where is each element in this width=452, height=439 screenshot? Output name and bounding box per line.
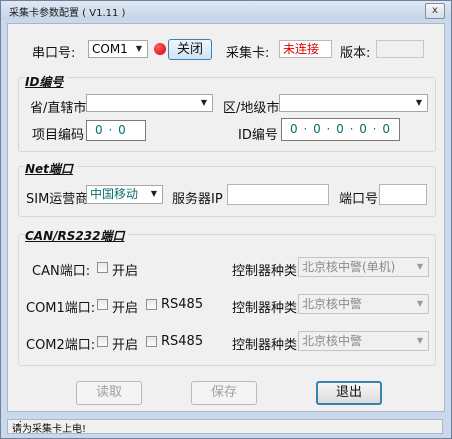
chevron-down-icon: ▼: [416, 336, 424, 345]
com1-controller-select[interactable]: 北京核中警 ▼: [298, 294, 429, 314]
status-dot-icon: [154, 43, 166, 55]
id-number-input[interactable]: 0 · 0 · 0 · 0 · 0: [281, 118, 400, 141]
com1-controller-value: 北京核中警: [302, 297, 363, 311]
chevron-down-icon: ▼: [135, 44, 143, 53]
exit-button[interactable]: 退出: [316, 381, 382, 405]
project-code-label: 项目编码: [32, 128, 85, 143]
sim-operator-value: 中国移动: [90, 187, 139, 201]
server-ip-label: 服务器IP: [172, 192, 223, 207]
district-label: 区/地级市: [223, 101, 280, 116]
chevron-down-icon: ▼: [416, 299, 424, 308]
serial-port-value: COM1: [92, 42, 128, 56]
chevron-down-icon: ▼: [200, 98, 208, 107]
com1-controller-label: 控制器种类: [232, 301, 298, 316]
district-select[interactable]: ▼: [279, 94, 428, 112]
title-bar[interactable]: 采集卡参数配置 ( V1.11 ) x: [1, 1, 451, 19]
com1-rs485-checkbox[interactable]: [146, 299, 157, 310]
sim-operator-select[interactable]: 中国移动 ▼: [86, 185, 163, 204]
com2-controller-select[interactable]: 北京核中警 ▼: [298, 331, 429, 351]
config-window: 采集卡参数配置 ( V1.11 ) x 串口号: COM1 ▼ 关闭 采集卡: …: [0, 0, 452, 439]
com2-controller-value: 北京核中警: [302, 334, 363, 348]
can-port-label: CAN端口:: [32, 264, 91, 279]
card-status: 未连接: [279, 40, 332, 58]
client-area: 串口号: COM1 ▼ 关闭 采集卡: 未连接 版本: ID编号 省/直辖市 ▼…: [7, 23, 445, 412]
resize-grip-icon[interactable]: ⋰: [12, 420, 441, 433]
close-icon: x: [432, 5, 438, 16]
can-section-title: CAN/RS232端口: [25, 227, 129, 244]
project-code-input[interactable]: 0 · 0: [86, 120, 146, 141]
card-label: 采集卡:: [226, 46, 270, 61]
com2-controller-label: 控制器种类: [232, 338, 298, 353]
province-select[interactable]: ▼: [86, 94, 213, 112]
chevron-down-icon: ▼: [150, 189, 158, 198]
com2-rs485-label: RS485: [161, 334, 204, 349]
status-bar: 请为采集卡上电! ⋰: [7, 419, 443, 435]
chevron-down-icon: ▼: [415, 98, 423, 107]
version-label: 版本:: [340, 46, 371, 61]
com2-port-label: COM2端口:: [26, 338, 96, 353]
id-section-title: ID编号: [25, 73, 68, 90]
chevron-down-icon: ▼: [416, 262, 424, 271]
com1-enable-checkbox[interactable]: [97, 299, 108, 310]
port-number-input[interactable]: [379, 184, 427, 205]
com2-rs485-checkbox[interactable]: [146, 336, 157, 347]
can-enable-label: 开启: [112, 264, 139, 279]
com2-enable-checkbox[interactable]: [97, 336, 108, 347]
save-button[interactable]: 保存: [191, 381, 257, 405]
can-controller-value: 北京核中警(单机): [302, 260, 396, 274]
version-field: [376, 40, 424, 58]
province-label: 省/直辖市: [30, 101, 87, 116]
can-enable-checkbox[interactable]: [97, 262, 108, 273]
port-number-label: 端口号: [339, 192, 379, 207]
serial-port-label: 串口号:: [32, 46, 76, 61]
can-controller-select[interactable]: 北京核中警(单机) ▼: [298, 257, 429, 277]
read-button[interactable]: 读取: [76, 381, 142, 405]
com1-rs485-label: RS485: [161, 297, 204, 312]
net-section-title: Net端口: [25, 160, 77, 177]
sim-operator-label: SIM运营商: [26, 192, 89, 207]
close-button[interactable]: x: [425, 3, 445, 19]
close-port-button[interactable]: 关闭: [168, 39, 212, 60]
com1-port-label: COM1端口:: [26, 301, 96, 316]
serial-port-select[interactable]: COM1 ▼: [88, 40, 148, 58]
com2-enable-label: 开启: [112, 338, 139, 353]
id-number-label: ID编号: [238, 128, 278, 143]
server-ip-input[interactable]: [227, 184, 329, 205]
com1-enable-label: 开启: [112, 301, 139, 316]
can-controller-label: 控制器种类: [232, 264, 298, 279]
window-title: 采集卡参数配置 ( V1.11 ): [9, 8, 126, 19]
